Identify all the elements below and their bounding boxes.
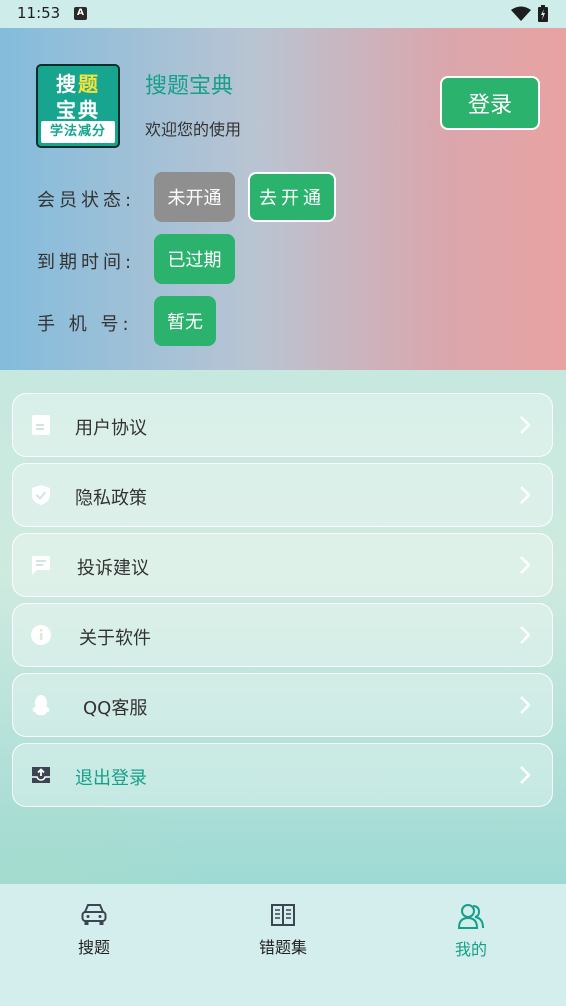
menu-item-privacy-policy[interactable]: 隐私政策 — [12, 463, 553, 527]
book-icon — [271, 904, 295, 926]
menu-item-logout[interactable]: 退出登录 — [12, 743, 553, 807]
menu-item-label: 隐私政策 — [75, 488, 147, 509]
app-logo: 搜题 宝典 学法减分 — [36, 64, 120, 148]
expiry-badge: 已过期 — [154, 234, 235, 284]
chevron-right-icon — [520, 556, 530, 574]
tab-label: 我的 — [454, 940, 487, 959]
menu-item-label: 退出登录 — [75, 768, 147, 789]
car-icon — [81, 904, 107, 925]
shield-check-icon — [32, 485, 50, 505]
status-time: 11:53 — [17, 4, 61, 22]
user-icon — [457, 904, 484, 929]
wifi-icon — [511, 6, 531, 21]
app-title: 搜题宝典 — [145, 74, 234, 99]
document-icon — [32, 415, 50, 435]
battery-icon — [538, 5, 548, 22]
activate-button[interactable]: 去开通 — [248, 172, 336, 222]
status-bar: 11:53 A — [0, 0, 566, 28]
notification-icon: A — [74, 7, 87, 20]
menu-item-feedback[interactable]: 投诉建议 — [12, 533, 553, 597]
bottom-tab-bar: 搜题 错题集 我的 — [0, 884, 566, 1006]
membership-label: 会员状态: — [37, 190, 136, 211]
tab-mistakes[interactable]: 错题集 — [228, 902, 338, 958]
menu-item-qq-support[interactable]: QQ客服 — [12, 673, 553, 737]
chat-icon — [32, 556, 50, 575]
chevron-right-icon — [520, 486, 530, 504]
tab-search[interactable]: 搜题 — [39, 902, 149, 958]
chevron-right-icon — [520, 766, 530, 784]
chevron-right-icon — [520, 696, 530, 714]
expiry-label: 到期时间: — [37, 252, 136, 273]
profile-header: 搜题 宝典 学法减分 搜题宝典 欢迎您的使用 登录 会员状态: 未开通 去开通 … — [0, 28, 566, 370]
menu-item-label: 关于软件 — [79, 628, 151, 649]
tab-label: 错题集 — [258, 938, 307, 957]
logout-tray-icon — [32, 767, 50, 783]
membership-status-badge: 未开通 — [154, 172, 235, 222]
qq-icon — [32, 695, 50, 716]
phone-label: 手 机 号: — [37, 314, 133, 335]
phone-badge: 暂无 — [154, 296, 216, 346]
chevron-right-icon — [520, 416, 530, 434]
menu-item-about[interactable]: 关于软件 — [12, 603, 553, 667]
menu-item-label: 用户协议 — [75, 418, 147, 439]
tab-label: 搜题 — [77, 938, 110, 957]
settings-menu: 用户协议 隐私政策 投诉建议 关于软件 QQ客服 退出登录 — [0, 370, 566, 884]
tab-profile[interactable]: 我的 — [416, 902, 526, 960]
menu-item-user-agreement[interactable]: 用户协议 — [12, 393, 553, 457]
menu-item-label: 投诉建议 — [77, 558, 149, 579]
welcome-text: 欢迎您的使用 — [145, 120, 242, 139]
chevron-right-icon — [520, 626, 530, 644]
menu-item-label: QQ客服 — [83, 698, 148, 719]
info-icon — [31, 625, 51, 645]
login-button[interactable]: 登录 — [440, 76, 540, 130]
